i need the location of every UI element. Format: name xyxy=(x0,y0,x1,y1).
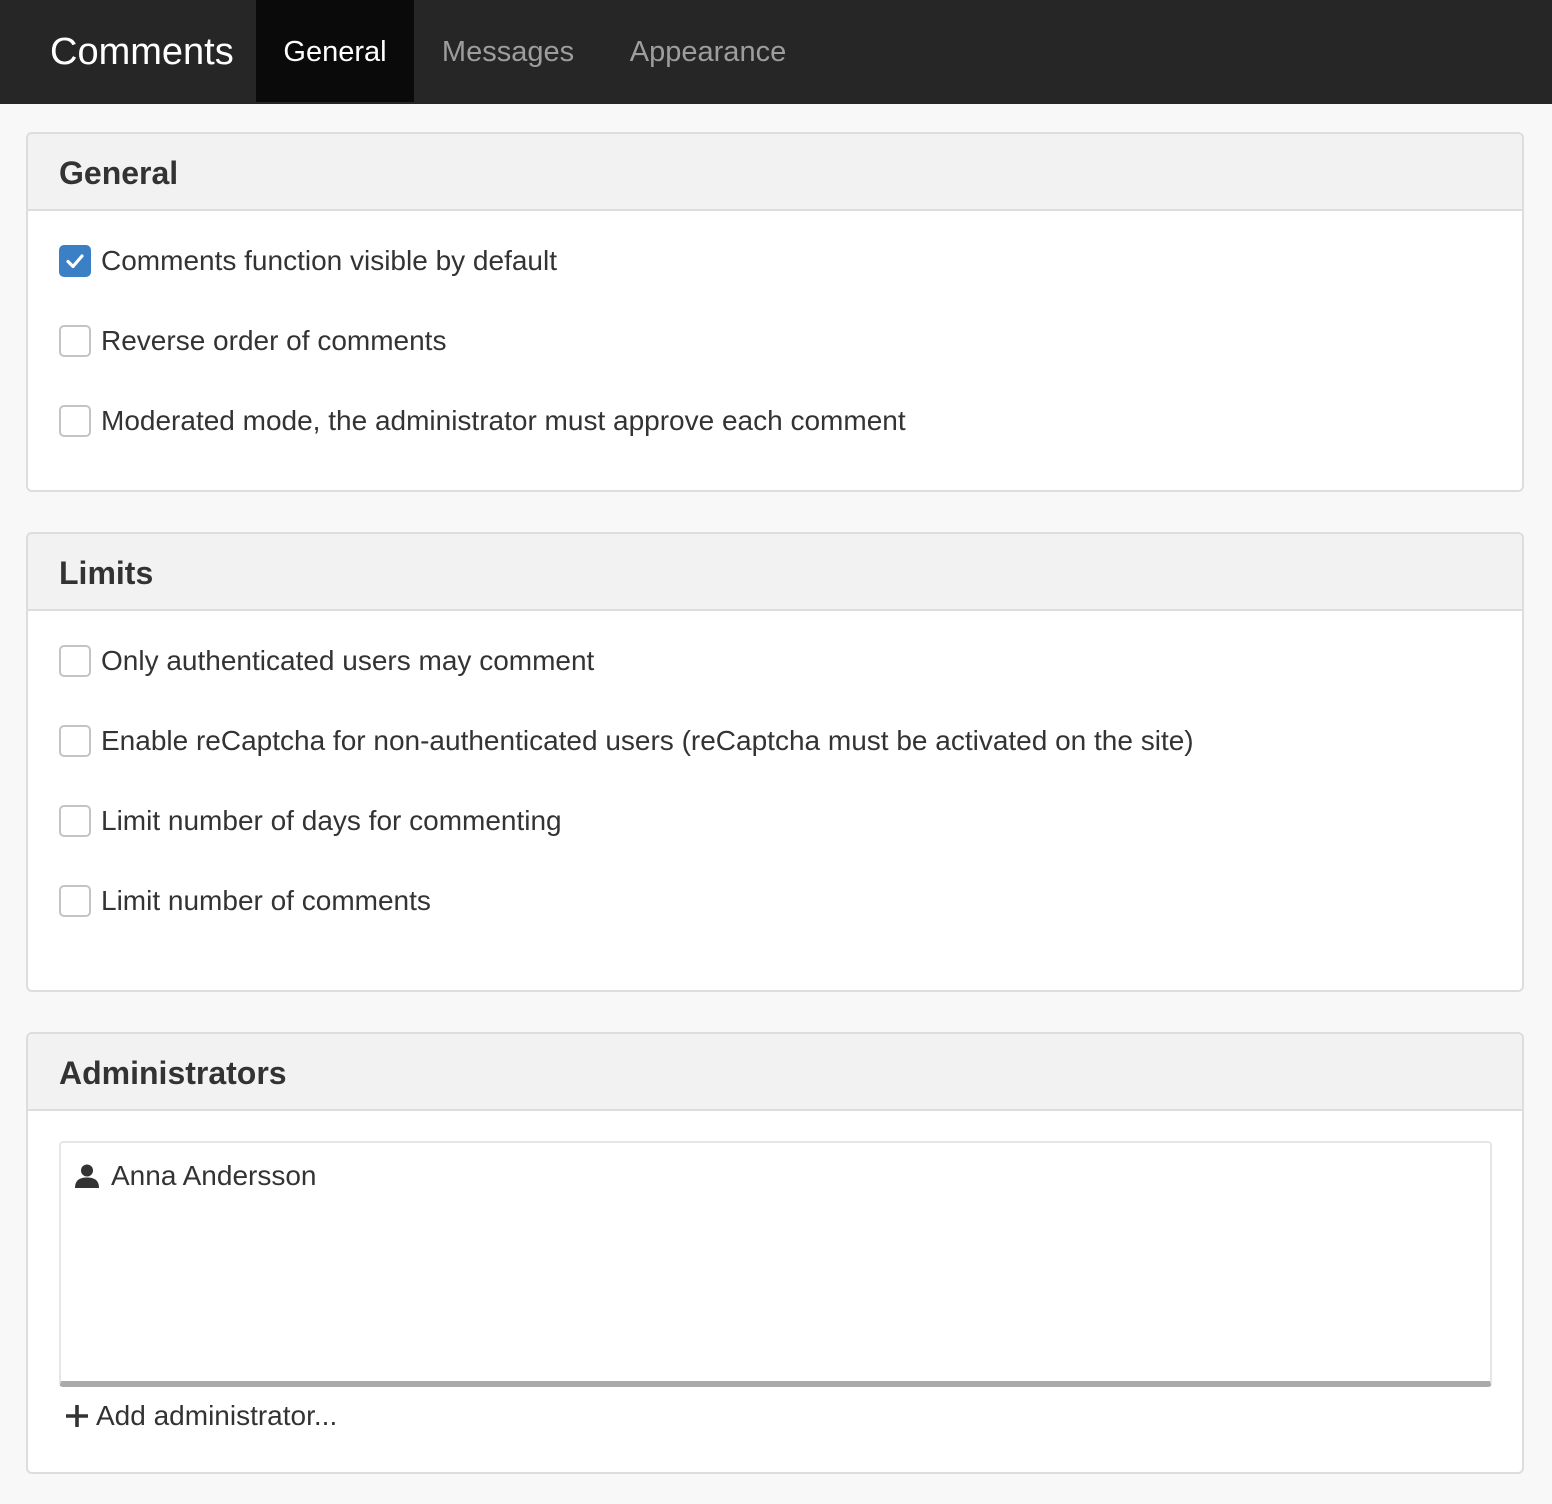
checkmark-icon xyxy=(66,254,84,269)
checkbox[interactable] xyxy=(59,405,91,437)
checkbox[interactable] xyxy=(59,725,91,757)
panel-header: Administrators xyxy=(28,1034,1522,1111)
administrator-list[interactable]: Anna Andersson xyxy=(59,1141,1492,1387)
checkbox[interactable] xyxy=(59,645,91,677)
option-label: Limit number of comments xyxy=(101,885,431,916)
option-moderated-mode[interactable]: Moderated mode, the administrator must a… xyxy=(59,404,906,438)
option-label: Comments function visible by default xyxy=(101,245,557,276)
option-reverse-order[interactable]: Reverse order of comments xyxy=(59,324,446,358)
general-panel: General Comments function visible by def… xyxy=(26,132,1524,492)
checkbox[interactable] xyxy=(59,885,91,917)
add-administrator-label: Add administrator... xyxy=(96,1400,338,1431)
tab-general[interactable]: General xyxy=(256,0,414,102)
administrator-name: Anna Andersson xyxy=(111,1160,317,1191)
administrators-panel: Administrators Anna Andersson Add admini… xyxy=(26,1032,1524,1474)
option-label: Reverse order of comments xyxy=(101,325,447,356)
option-limit-comments[interactable]: Limit number of comments xyxy=(59,884,431,918)
option-enable-recaptcha[interactable]: Enable reCaptcha for non-authenticated u… xyxy=(59,724,1194,758)
plus-icon xyxy=(66,1405,88,1427)
checkbox[interactable] xyxy=(59,325,91,357)
option-authenticated-only[interactable]: Only authenticated users may comment xyxy=(59,644,594,678)
panel-header: General xyxy=(28,134,1522,211)
top-navbar: Comments General Messages Appearance xyxy=(0,0,1552,104)
panel-title: Limits xyxy=(59,555,154,591)
tab-appearance[interactable]: Appearance xyxy=(602,0,814,102)
panel-title: General xyxy=(59,155,179,191)
limits-panel: Limits Only authenticated users may comm… xyxy=(26,532,1524,992)
add-administrator-button[interactable]: Add administrator... xyxy=(64,1399,337,1433)
option-label: Only authenticated users may comment xyxy=(101,645,595,676)
checkbox[interactable] xyxy=(59,805,91,837)
option-label: Moderated mode, the administrator must a… xyxy=(101,405,906,436)
panel-title: Administrators xyxy=(59,1055,287,1091)
option-label: Limit number of days for commenting xyxy=(101,805,562,836)
app-title: Comments xyxy=(50,31,234,73)
checkbox-checked[interactable] xyxy=(59,245,91,277)
panel-header: Limits xyxy=(28,534,1522,611)
user-icon xyxy=(75,1164,99,1188)
administrator-item[interactable]: Anna Andersson xyxy=(73,1159,317,1193)
tab-messages[interactable]: Messages xyxy=(414,0,602,102)
option-comments-visible[interactable]: Comments function visible by default xyxy=(59,244,557,278)
option-label: Enable reCaptcha for non-authenticated u… xyxy=(101,725,1194,756)
option-limit-days[interactable]: Limit number of days for commenting xyxy=(59,804,562,838)
